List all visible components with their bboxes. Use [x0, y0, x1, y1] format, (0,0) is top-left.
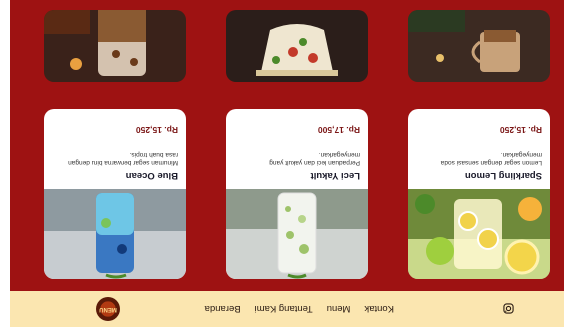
brand-logo[interactable]: MENU [96, 297, 120, 321]
card-body: Sparkling Lemon Lemon segar dengan sensa… [408, 109, 550, 189]
menu-card-coffee-glass[interactable] [44, 10, 186, 82]
card-price: Rp. 15,250 [135, 125, 178, 135]
brand-logo-text: MENU [99, 306, 117, 312]
card-desc-line-1: Minuman segar berwarna biru dengan [68, 159, 178, 166]
menu-card-leci-yakult[interactable]: Leci Yakult Perpaduan leci dan yakult ya… [226, 109, 368, 279]
menu-card-floral-teacup[interactable] [226, 10, 368, 82]
page: Kontak Menu Tentang Kami Beranda MENU Sp… [0, 0, 574, 327]
instagram-icon[interactable] [502, 302, 516, 316]
card-desc-line-1: Lemon segar dengan sensasi soda [440, 159, 542, 166]
nav-link-beranda[interactable]: Beranda [205, 304, 241, 315]
card-title: Blue Ocean [125, 170, 178, 181]
nav-link-tentang-kami[interactable]: Tentang Kami [255, 304, 313, 315]
nav-link-kontak[interactable]: Kontak [364, 304, 394, 315]
card-image-floral-teacup [226, 10, 368, 82]
card-image-lychee-drink [226, 189, 368, 279]
card-description: Minuman segar berwarna biru dengan rasa … [52, 150, 178, 166]
card-image-coffee-glass [44, 10, 186, 82]
card-description: Lemon segar dengan sensasi soda menyegar… [416, 150, 542, 166]
nav-link-menu[interactable]: Menu [327, 304, 351, 315]
card-price: Rp. 17,500 [317, 125, 360, 135]
menu-card-coffee-mug[interactable] [408, 10, 550, 82]
card-title: Sparkling Lemon [464, 170, 542, 181]
card-body: Leci Yakult Perpaduan leci dan yakult ya… [226, 109, 368, 189]
card-body: Blue Ocean Minuman segar berwarna biru d… [44, 109, 186, 189]
card-image-coffee-mug [408, 10, 550, 82]
card-price: Rp. 15,250 [499, 125, 542, 135]
menu-card-blue-ocean[interactable]: Blue Ocean Minuman segar berwarna biru d… [44, 109, 186, 279]
card-image-lemon-drink [408, 189, 550, 279]
card-description: Perpaduan leci dan yakult yang menyegark… [234, 150, 360, 166]
navbar: Kontak Menu Tentang Kami Beranda MENU [10, 291, 564, 327]
card-desc-line-2: menyegarkan. [500, 150, 542, 158]
card-desc-line-1: Perpaduan leci dan yakult yang [269, 159, 360, 166]
card-desc-line-2: menyegarkan. [318, 150, 360, 158]
card-image-blue-drink [44, 189, 186, 279]
card-desc-line-2: rasa buah tropis. [129, 150, 178, 158]
nav-links: Kontak Menu Tentang Kami Beranda [191, 304, 394, 315]
card-title: Leci Yakult [310, 170, 360, 181]
menu-card-sparkling-lemon[interactable]: Sparkling Lemon Lemon segar dengan sensa… [408, 109, 550, 279]
